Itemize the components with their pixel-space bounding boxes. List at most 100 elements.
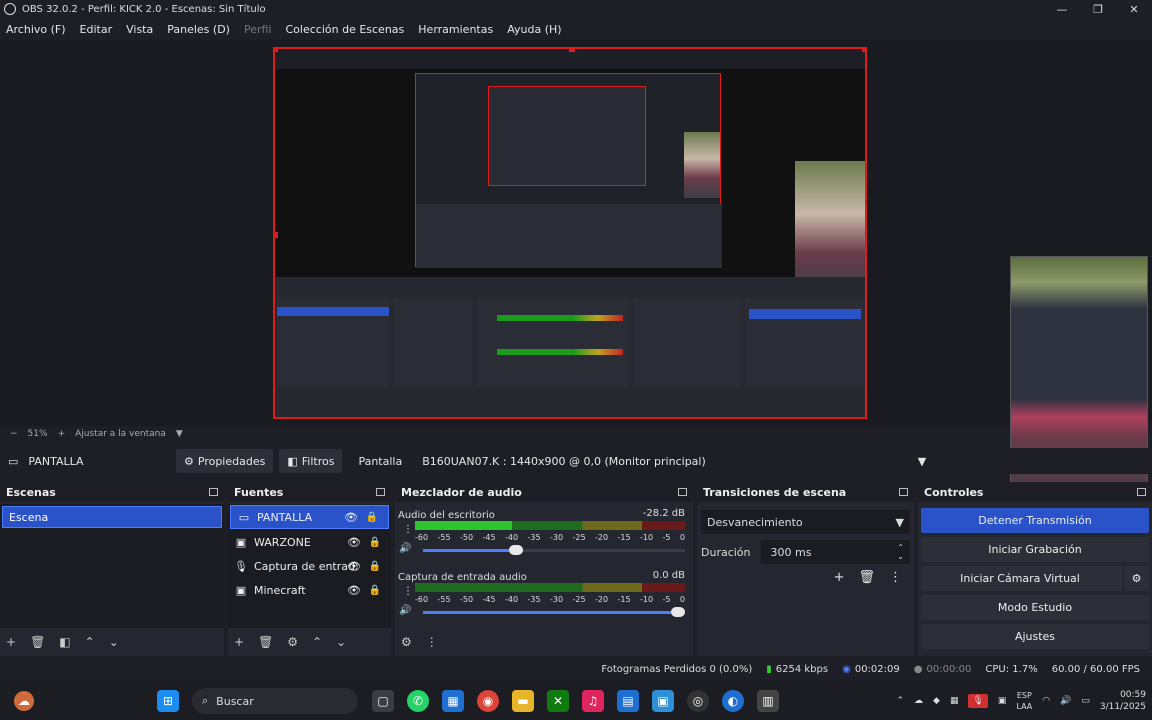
- chevron-up-icon[interactable]: ⌃: [897, 696, 905, 706]
- microphone-icon[interactable]: 🎙: [968, 694, 988, 708]
- wifi-icon[interactable]: ◠: [1042, 696, 1050, 706]
- resize-handle[interactable]: [569, 49, 575, 52]
- move-down-icon[interactable]: ⌄: [336, 635, 346, 649]
- trash-icon[interactable]: 🗑: [30, 635, 45, 649]
- lock-icon[interactable]: 🔒: [369, 537, 381, 548]
- eye-icon[interactable]: 👁: [347, 536, 361, 549]
- filters-button[interactable]: ◧ Filtros: [279, 449, 343, 473]
- chrome-icon[interactable]: ◉: [477, 690, 499, 712]
- add-transition-icon[interactable]: +: [834, 570, 845, 585]
- eye-icon[interactable]: 👁: [344, 511, 358, 524]
- scene-item[interactable]: Escena: [2, 506, 222, 528]
- task-view-icon[interactable]: ▢: [372, 690, 394, 712]
- trash-icon[interactable]: 🗑: [858, 570, 875, 585]
- menu-ayuda[interactable]: Ayuda (H): [507, 23, 561, 36]
- zoom-out-icon[interactable]: −: [10, 429, 18, 439]
- gear-icon[interactable]: ⚙: [401, 635, 412, 649]
- app-tray-icon[interactable]: ◆: [933, 696, 940, 706]
- windows-start-icon[interactable]: ⊞: [157, 690, 179, 712]
- properties-button[interactable]: ⚙ Propiedades: [176, 449, 274, 473]
- undock-icon[interactable]: [1137, 488, 1146, 496]
- minimize-icon[interactable]: —: [1044, 0, 1080, 18]
- speaker-icon[interactable]: 🔊: [399, 605, 411, 616]
- music-icon[interactable]: ♫: [582, 690, 604, 712]
- virtual-camera-button[interactable]: Iniciar Cámara Virtual ⚙: [921, 566, 1149, 591]
- menu-archivo[interactable]: Archivo (F): [6, 23, 66, 36]
- start-recording-button[interactable]: Iniciar Grabación: [921, 537, 1149, 562]
- chevron-down-icon[interactable]: ▼: [176, 429, 183, 439]
- maximize-icon[interactable]: ❐: [1080, 0, 1116, 18]
- source-item[interactable]: ▭ PANTALLA 👁 🔒: [230, 505, 389, 529]
- menu-perfil[interactable]: Perfil: [244, 23, 272, 36]
- eye-icon[interactable]: 👁: [347, 560, 361, 573]
- undock-icon[interactable]: [209, 488, 218, 496]
- resize-handle[interactable]: [862, 49, 865, 52]
- lock-icon[interactable]: 🔒: [369, 561, 381, 572]
- app-icon[interactable]: ▤: [617, 690, 639, 712]
- language-indicator[interactable]: ESP LAA: [1016, 690, 1032, 712]
- volume-slider[interactable]: [423, 607, 685, 617]
- menu-coleccion-escenas[interactable]: Colección de Escenas: [286, 23, 405, 36]
- duration-input[interactable]: 300 ms ⌃ ⌄: [760, 540, 910, 564]
- spinner-icon[interactable]: ⌃ ⌄: [897, 543, 904, 561]
- menu-dots-icon[interactable]: ⋮: [403, 524, 413, 535]
- app-icon[interactable]: ▥: [757, 690, 779, 712]
- weather-icon[interactable]: ☁: [14, 691, 34, 711]
- webcam-overlay[interactable]: [1010, 256, 1148, 516]
- app-tray-icon[interactable]: ▦: [950, 696, 959, 706]
- lock-icon[interactable]: 🔒: [366, 512, 378, 523]
- stop-streaming-button[interactable]: Detener Transmisión: [921, 508, 1149, 533]
- battery-icon[interactable]: ▭: [1081, 696, 1090, 706]
- clock[interactable]: 00:59 3/11/2025: [1100, 689, 1146, 713]
- source-item[interactable]: ▣ Minecraft 👁 🔒: [228, 578, 391, 602]
- add-source-icon[interactable]: +: [234, 635, 244, 649]
- move-up-icon[interactable]: ⌃: [312, 635, 322, 649]
- resize-handle[interactable]: [275, 232, 278, 238]
- lock-icon[interactable]: 🔒: [369, 585, 381, 596]
- whatsapp-icon[interactable]: ✆: [407, 690, 429, 712]
- trash-icon[interactable]: 🗑: [258, 635, 273, 649]
- app-icon[interactable]: ▣: [652, 690, 674, 712]
- transition-select[interactable]: Desvanecimiento ▼: [701, 510, 910, 534]
- xbox-icon[interactable]: ✕: [547, 690, 569, 712]
- filter-icon[interactable]: ◧: [59, 635, 70, 649]
- slider-knob[interactable]: [671, 607, 685, 617]
- taskbar-search[interactable]: ⌕ Buscar: [192, 688, 358, 714]
- source-item[interactable]: 🎙 Captura de entrad: 👁 🔒: [228, 554, 391, 578]
- studio-mode-button[interactable]: Modo Estudio: [921, 595, 1149, 620]
- move-up-icon[interactable]: ⌃: [85, 635, 95, 649]
- undock-icon[interactable]: [376, 488, 385, 496]
- menu-vista[interactable]: Vista: [126, 23, 153, 36]
- menu-dots-icon[interactable]: ⋮: [426, 635, 438, 649]
- resize-handle[interactable]: [275, 49, 278, 52]
- edge-icon[interactable]: ◐: [722, 690, 744, 712]
- menu-paneles[interactable]: Paneles (D): [167, 23, 230, 36]
- settings-button[interactable]: Ajustes: [921, 624, 1149, 649]
- source-item[interactable]: ▣ WARZONE 👁 🔒: [228, 530, 391, 554]
- close-icon[interactable]: ✕: [1116, 0, 1152, 18]
- cloud-icon[interactable]: ☁: [914, 696, 923, 706]
- move-down-icon[interactable]: ⌄: [109, 635, 119, 649]
- preview-canvas[interactable]: [273, 47, 867, 419]
- undock-icon[interactable]: [678, 488, 687, 496]
- folder-icon[interactable]: ▬: [512, 690, 534, 712]
- volume-icon[interactable]: 🔊: [1060, 696, 1071, 706]
- menu-editar[interactable]: Editar: [80, 23, 113, 36]
- gear-icon[interactable]: ⚙: [1123, 566, 1149, 591]
- add-scene-icon[interactable]: +: [6, 635, 16, 649]
- slider-knob[interactable]: [508, 545, 523, 555]
- volume-slider[interactable]: [423, 545, 685, 555]
- app-tray-icon[interactable]: ▣: [998, 696, 1007, 706]
- obs-icon[interactable]: ◎: [687, 690, 709, 712]
- zoom-in-icon[interactable]: +: [58, 429, 66, 439]
- display-select[interactable]: B160UAN07.K : 1440x900 @ 0,0 (Monitor pr…: [414, 449, 934, 473]
- menu-dots-icon[interactable]: ⋮: [403, 586, 413, 597]
- menu-herramientas[interactable]: Herramientas: [418, 23, 493, 36]
- gear-icon[interactable]: ⚙: [287, 635, 298, 649]
- speaker-icon[interactable]: 🔊: [399, 543, 411, 554]
- store-icon[interactable]: ▦: [442, 690, 464, 712]
- menu-dots-icon[interactable]: ⋮: [889, 570, 902, 585]
- zoom-fit-label[interactable]: Ajustar a la ventana: [75, 429, 166, 439]
- undock-icon[interactable]: [899, 488, 908, 496]
- eye-icon[interactable]: 👁: [347, 584, 361, 597]
